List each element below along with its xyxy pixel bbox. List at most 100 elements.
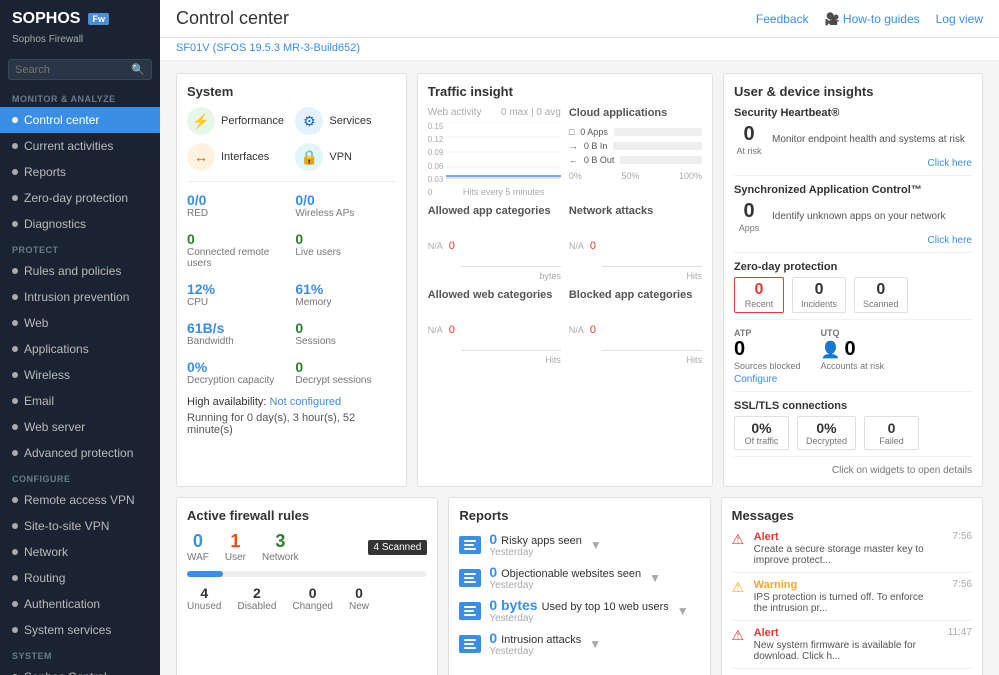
network-attacks-val: 0 <box>590 240 596 252</box>
sidebar-item-web[interactable]: Web <box>0 310 160 336</box>
scale-50: 50% <box>621 171 639 181</box>
bytes-label: bytes <box>428 271 561 281</box>
sidebar-item-current-activities[interactable]: Current activities <box>0 133 160 159</box>
sidebar-item-remote-vpn[interactable]: Remote access VPN <box>0 487 160 513</box>
performance-icon-item[interactable]: ⚡ Performance <box>187 107 287 135</box>
services-icon-item[interactable]: ⚙ Services <box>295 107 395 135</box>
howto-link[interactable]: 🎥 How-to guides <box>825 12 920 26</box>
messages-title: Messages <box>732 508 972 523</box>
heartbeat-num-block: 0 At risk <box>734 123 764 156</box>
hits-label2: Hits <box>428 355 561 365</box>
sidebar-item-adv-protection[interactable]: Advanced protection <box>0 440 160 466</box>
logview-link[interactable]: Log view <box>936 12 983 26</box>
atp-block: ATP 0 Sources blocked <box>734 328 801 371</box>
stat-waps-value: 0/0 <box>295 192 395 208</box>
report-icon-0 <box>459 536 481 554</box>
report-num-0: 0 <box>489 531 497 547</box>
web-chart-container: 0.15 0.12 0.09 0.06 0.03 0 <box>428 122 561 197</box>
system-stats-grid: 0/0 RED 0/0 Wireless APs 0 Connected rem… <box>187 188 396 390</box>
sidebar-item-label: Authentication <box>24 597 100 611</box>
heartbeat-desc: Monitor endpoint health and systems at r… <box>772 134 972 145</box>
sync-link[interactable]: Click here <box>734 235 972 246</box>
atp-sources-val: 0 <box>734 338 745 361</box>
web-activity-chart <box>446 122 561 182</box>
interfaces-icon-item[interactable]: ↔ Interfaces <box>187 143 287 171</box>
axis-009: 0.09 <box>428 148 444 157</box>
topbar: Control center Feedback 🎥 How-to guides … <box>160 0 999 38</box>
sidebar-item-applications[interactable]: Applications <box>0 336 160 362</box>
sidebar-item-wireless[interactable]: Wireless <box>0 362 160 388</box>
msg-title-0: Alert <box>754 531 931 543</box>
sidebar-item-routing[interactable]: Routing <box>0 565 160 591</box>
fw-badge: Fw <box>88 13 109 25</box>
stat-live-label: Live users <box>295 247 395 258</box>
heartbeat-link[interactable]: Click here <box>734 158 972 169</box>
fw-changed-label: Changed <box>292 601 333 612</box>
allowed-web-chart: N/A 0 <box>428 305 561 355</box>
report-label-3: Intrusion attacks <box>501 634 581 646</box>
sidebar-item-network[interactable]: Network <box>0 539 160 565</box>
stat-red-label: RED <box>187 208 287 219</box>
sources-blocked-row: 0 <box>734 338 801 361</box>
report-info-3: 0 Intrusion attacks Yesterday <box>489 630 581 657</box>
sidebar-item-reports[interactable]: Reports <box>0 159 160 185</box>
stat-waps: 0/0 Wireless APs <box>295 188 395 223</box>
configure-link[interactable]: Configure <box>734 374 777 385</box>
system-title: System <box>187 84 396 99</box>
ha-link[interactable]: Not configured <box>270 396 342 408</box>
report-date-1: Yesterday <box>489 580 641 591</box>
blocked-app-val: 0 <box>590 324 596 336</box>
utq-block: UTQ 👤 0 Accounts at risk <box>821 328 885 371</box>
feedback-link[interactable]: Feedback <box>756 12 809 26</box>
ssl-decrypted-val: 0% <box>806 420 847 436</box>
sidebar-item-label: Diagnostics <box>24 217 86 231</box>
sidebar-item-label: Advanced protection <box>24 446 133 460</box>
sidebar-item-auth[interactable]: Authentication <box>0 591 160 617</box>
heartbeat-row: 0 At risk Monitor endpoint health and sy… <box>734 123 972 156</box>
warning-icon-1: ⚠ <box>732 579 748 596</box>
sync-row: 0 Apps Identify unknown apps on your net… <box>734 200 972 233</box>
stat-cpu-label: CPU <box>187 297 287 308</box>
sidebar-item-zerod[interactable]: Zero-day protection <box>0 185 160 211</box>
firewall-title: Active firewall rules <box>187 508 427 523</box>
search-input[interactable] <box>15 64 131 76</box>
vpn-label: VPN <box>329 151 352 163</box>
network-attacks-na: N/A <box>569 241 584 251</box>
sidebar-item-sophos-central[interactable]: Sophos Central <box>0 664 160 675</box>
cloud-out-bar <box>620 156 702 164</box>
web-activity-header: Web activity 0 max | 0 avg <box>428 107 561 118</box>
sidebar-item-sysservices[interactable]: System services <box>0 617 160 643</box>
sidebar-item-rules[interactable]: Rules and policies <box>0 258 160 284</box>
sidebar-item-label: Control center <box>24 113 99 127</box>
report-arrow-1: ▼ <box>649 571 661 585</box>
msg-desc-2: New system firmware is available for dow… <box>754 640 931 662</box>
report-row-2[interactable]: 0 bytes Used by top 10 web users Yesterd… <box>459 597 699 624</box>
zd-incidents-label: Incidents <box>801 299 837 309</box>
sidebar-item-site-vpn[interactable]: Site-to-site VPN <box>0 513 160 539</box>
sidebar-item-diagnostics[interactable]: Diagnostics <box>0 211 160 237</box>
blocked-app-bars <box>602 305 702 355</box>
fw-new-label: New <box>349 601 369 612</box>
atp-utq-row: ATP 0 Sources blocked UTQ 👤 0 <box>734 328 972 371</box>
report-row-1[interactable]: 0 Objectionable websites seen Yesterday … <box>459 564 699 591</box>
msg-content-1: Warning IPS protection is turned off. To… <box>754 579 931 614</box>
bottom-grid: Active firewall rules 0 WAF 1 User 3 Net… <box>176 497 983 675</box>
fw-scanned-badge-container: 4 Scanned <box>368 531 428 563</box>
sidebar-item-webserver[interactable]: Web server <box>0 414 160 440</box>
dot <box>12 320 18 326</box>
report-row-3[interactable]: 0 Intrusion attacks Yesterday ▼ <box>459 630 699 657</box>
cloud-apps-section: Cloud applications □ 0 Apps → 0 B In <box>569 107 702 197</box>
sidebar-search[interactable]: 🔍 <box>8 59 152 80</box>
report-row-0[interactable]: 0 Risky apps seen Yesterday ▼ <box>459 531 699 558</box>
sync-section: Synchronized Application Control™ 0 Apps… <box>734 184 972 253</box>
user-insights-title: User & device insights <box>734 84 972 99</box>
stat-bandwidth-value: 61B/s <box>187 320 287 336</box>
performance-label: Performance <box>221 115 284 127</box>
msg-title-1: Warning <box>754 579 931 591</box>
sidebar-item-ips[interactable]: Intrusion prevention <box>0 284 160 310</box>
vpn-icon-item[interactable]: 🔒 VPN <box>295 143 395 171</box>
sidebar-item-email[interactable]: Email <box>0 388 160 414</box>
allowed-app-chart: N/A 0 <box>428 221 561 271</box>
utq-accounts-val: 0 <box>844 338 855 361</box>
sidebar-item-control-center[interactable]: Control center <box>0 107 160 133</box>
